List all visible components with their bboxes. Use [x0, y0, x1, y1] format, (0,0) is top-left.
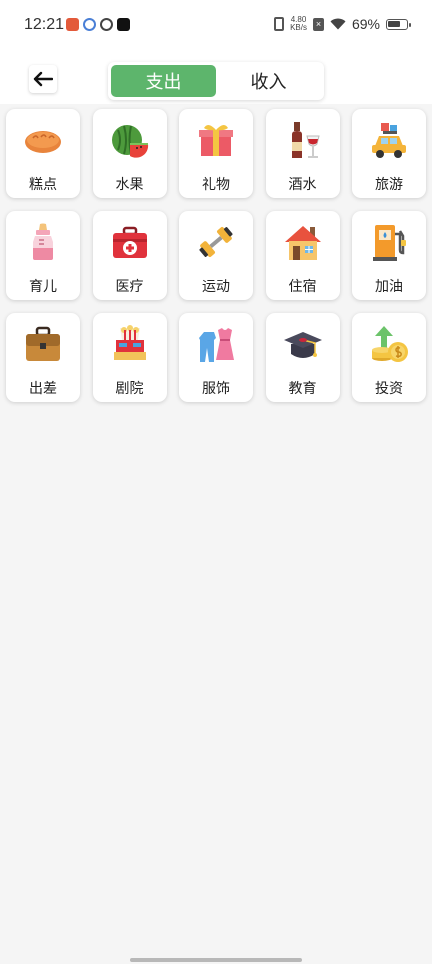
- category-clothing[interactable]: 服饰: [179, 313, 253, 402]
- category-label: 加油: [375, 279, 403, 295]
- graduation-cap-icon: [283, 324, 323, 364]
- tab-income[interactable]: 收入: [216, 65, 321, 97]
- dumbbell-icon: [196, 222, 236, 262]
- category-childcare[interactable]: 育儿: [6, 211, 80, 300]
- bread-icon: [23, 120, 63, 160]
- app-notification-icon: [66, 18, 79, 31]
- network-speed: 4.80 KB/s: [290, 15, 307, 32]
- tab-expense[interactable]: 支出: [111, 65, 216, 97]
- arrow-left-icon: [33, 71, 53, 87]
- category-label: 医疗: [115, 279, 144, 295]
- battery-level: [388, 20, 400, 27]
- theater-icon: [110, 324, 150, 364]
- category-travel[interactable]: 旅游: [352, 109, 426, 198]
- vibrate-icon: [274, 17, 285, 31]
- home-indicator[interactable]: [130, 958, 302, 962]
- header: 支出 收入: [0, 52, 432, 104]
- status-time: 12:21: [24, 16, 65, 33]
- category-gift[interactable]: 礼物: [179, 109, 253, 198]
- type-switch: 支出 收入: [108, 62, 324, 100]
- category-business-trip[interactable]: 出差: [6, 313, 80, 402]
- wine-icon: [283, 120, 323, 160]
- category-lodging[interactable]: 住宿: [265, 211, 340, 300]
- category-cakes[interactable]: 糕点: [6, 109, 80, 198]
- category-label: 育儿: [29, 279, 57, 295]
- category-education[interactable]: 教育: [265, 313, 340, 402]
- travel-car-icon: [369, 120, 409, 160]
- category-label: 住宿: [288, 279, 317, 295]
- notification-icons: [66, 18, 130, 31]
- gift-icon: [196, 120, 236, 160]
- category-theater[interactable]: 剧院: [92, 313, 167, 402]
- house-icon: [283, 222, 323, 262]
- app-notification-icon: [100, 18, 113, 31]
- category-label: 旅游: [375, 177, 403, 193]
- category-fruit[interactable]: 水果: [92, 109, 167, 198]
- category-investment[interactable]: 投资: [352, 313, 426, 402]
- back-button[interactable]: [29, 65, 57, 93]
- status-indicators: 4.80 KB/s × 69%: [274, 15, 411, 32]
- baby-bottle-icon: [23, 222, 63, 262]
- category-label: 酒水: [288, 177, 317, 193]
- briefcase-icon: [23, 324, 63, 364]
- status-bar: 12:21 4.80 KB/s × 69%: [0, 0, 432, 52]
- category-label: 服饰: [202, 381, 230, 397]
- clothes-icon: [196, 324, 236, 364]
- category-label: 出差: [29, 381, 57, 397]
- category-label: 教育: [288, 381, 317, 397]
- category-label: 运动: [202, 279, 230, 295]
- battery-percent: 69%: [351, 16, 380, 32]
- category-fuel[interactable]: 加油: [352, 211, 426, 300]
- category-drinks[interactable]: 酒水: [265, 109, 340, 198]
- wifi-icon: [330, 18, 346, 30]
- watermelon-icon: [110, 120, 150, 160]
- category-label: 水果: [115, 177, 144, 193]
- category-sports[interactable]: 运动: [179, 211, 253, 300]
- app-notification-icon: [83, 18, 96, 31]
- category-medical[interactable]: 医疗: [92, 211, 167, 300]
- category-label: 剧院: [115, 381, 144, 397]
- category-label: 糕点: [29, 177, 57, 193]
- category-label: 投资: [375, 381, 403, 397]
- category-label: 礼物: [202, 177, 230, 193]
- no-sim-icon: ×: [312, 17, 324, 31]
- first-aid-kit-icon: [110, 222, 150, 262]
- tiktok-icon: [117, 18, 130, 31]
- category-grid: 糕点 水果 礼物 酒水 旅游 育儿 医疗 运动 住宿 加油 出差 剧院 服饰 教…: [6, 109, 430, 402]
- investment-coins-icon: [369, 324, 409, 364]
- battery-icon: [386, 18, 411, 30]
- fuel-pump-icon: [369, 222, 409, 262]
